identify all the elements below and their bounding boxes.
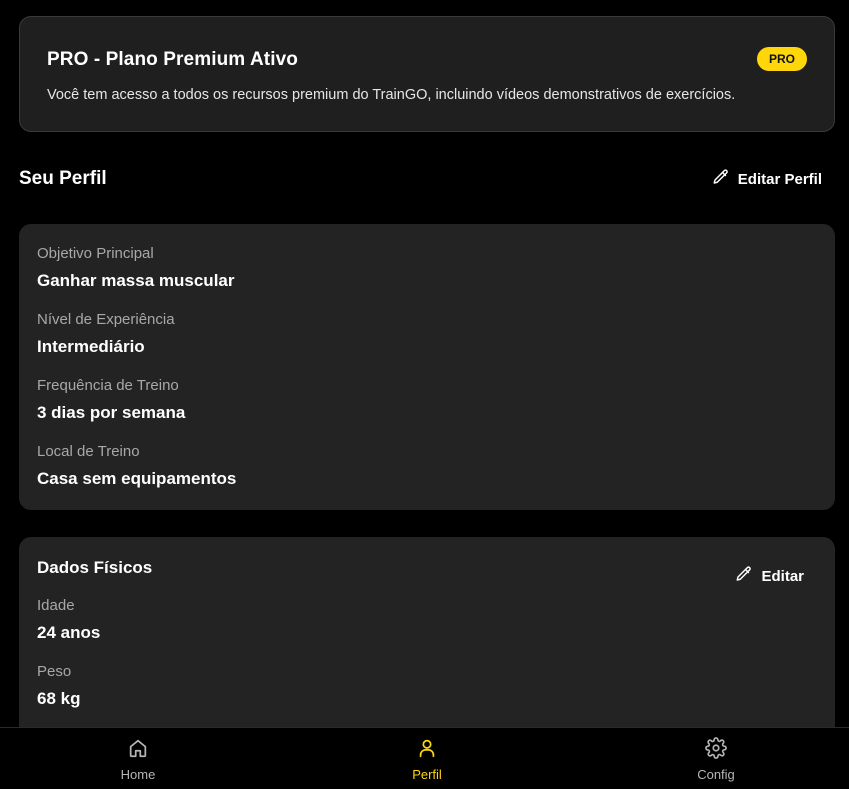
pencil-icon bbox=[712, 168, 730, 190]
field-experience-level: Nível de Experiência Intermediário bbox=[37, 311, 175, 357]
field-value: 24 anos bbox=[37, 623, 101, 642]
edit-profile-label: Editar Perfil bbox=[737, 170, 822, 188]
field-training-location: Local de Treino Casa sem equipamentos bbox=[37, 443, 236, 489]
field-training-frequency: Frequência de Treino 3 dias por semana bbox=[37, 377, 185, 423]
gear-icon bbox=[705, 736, 727, 762]
profile-section-title: Seu Perfil bbox=[19, 168, 107, 189]
field-age: Idade 24 anos bbox=[37, 597, 100, 643]
field-label: Peso bbox=[37, 663, 72, 680]
physical-data-title: Dados Físicos bbox=[37, 558, 153, 577]
bottom-navigation: Home Perfil Config bbox=[0, 727, 849, 789]
field-label: Nível de Experiência bbox=[37, 311, 175, 328]
edit-profile-button[interactable]: Editar Perfil bbox=[712, 168, 822, 190]
field-label: Local de Treino bbox=[37, 443, 140, 460]
field-weight: Peso 68 kg bbox=[37, 663, 80, 709]
pro-plan-title: PRO - Plano Premium Ativo bbox=[47, 49, 298, 70]
edit-physical-label: Editar bbox=[761, 567, 804, 585]
nav-item-home[interactable]: Home bbox=[78, 728, 198, 789]
home-icon bbox=[127, 737, 149, 762]
field-value: 68 kg bbox=[37, 689, 81, 708]
profile-info-card: Objetivo Principal Ganhar massa muscular… bbox=[19, 224, 835, 510]
pro-plan-banner: PRO - Plano Premium Ativo PRO Você tem a… bbox=[19, 16, 835, 132]
nav-label-config: Config bbox=[697, 766, 735, 782]
edit-physical-button[interactable]: Editar bbox=[735, 565, 804, 587]
nav-item-profile[interactable]: Perfil bbox=[367, 728, 487, 789]
field-label: Idade bbox=[37, 597, 75, 614]
field-value: Ganhar massa muscular bbox=[37, 271, 235, 290]
pro-plan-description: Você tem acesso a todos os recursos prem… bbox=[47, 87, 736, 103]
physical-data-card: Dados Físicos Editar Idade 24 anos Peso … bbox=[19, 537, 835, 757]
field-value: 3 dias por semana bbox=[37, 403, 186, 422]
field-value: Casa sem equipamentos bbox=[37, 469, 237, 488]
nav-label-profile: Perfil bbox=[412, 766, 442, 782]
pro-badge: PRO bbox=[756, 47, 807, 71]
user-icon bbox=[416, 737, 438, 762]
profile-page: PRO - Plano Premium Ativo PRO Você tem a… bbox=[0, 0, 849, 789]
field-label: Objetivo Principal bbox=[37, 245, 154, 262]
field-main-goal: Objetivo Principal Ganhar massa muscular bbox=[37, 245, 234, 291]
field-value: Intermediário bbox=[37, 337, 145, 356]
field-label: Frequência de Treino bbox=[37, 377, 179, 394]
nav-item-config[interactable]: Config bbox=[656, 728, 776, 789]
pencil-icon bbox=[735, 565, 753, 587]
nav-label-home: Home bbox=[120, 766, 156, 782]
